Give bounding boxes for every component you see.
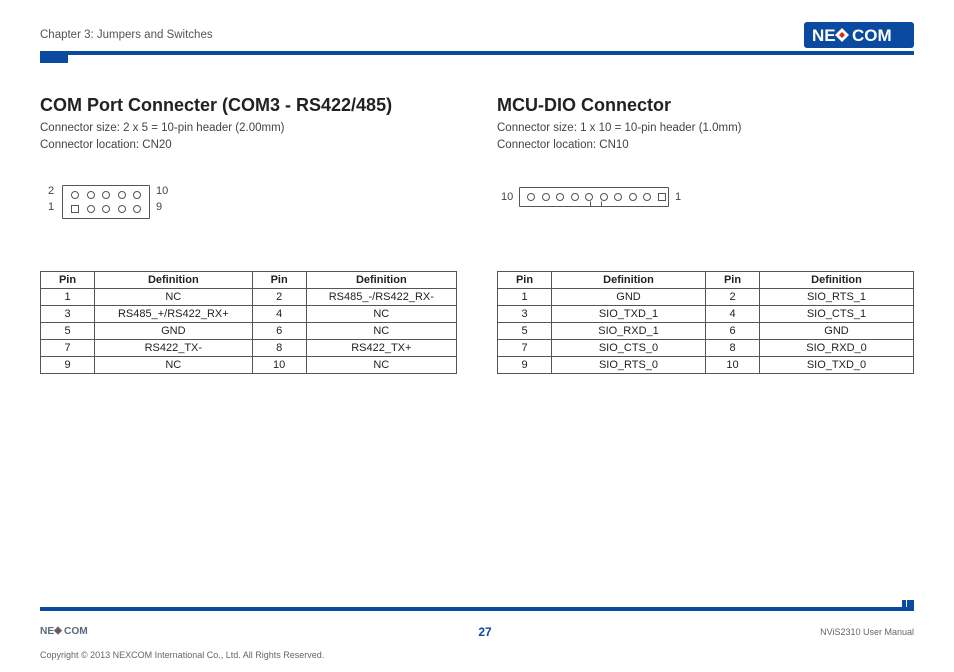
cell-def: NC [306,356,456,373]
right-size: Connector size: 1 x 10 = 10-pin header (… [497,120,914,137]
th-def: Definition [552,271,706,288]
manual-name: NViS2310 User Manual [820,627,914,637]
cell-pin: 2 [252,288,306,305]
main-content: COM Port Connecter (COM3 - RS422/485) Co… [40,95,914,607]
cell-def: SIO_RXD_0 [760,339,914,356]
cell-def: NC [95,356,253,373]
diagram-label-top-left: 2 [48,185,54,197]
cell-pin: 10 [706,356,760,373]
diagram-label-bot-left: 1 [48,201,54,213]
diagram-label-bot-right: 9 [156,201,162,213]
left-table-body: 1NC2RS485_-/RS422_RX-3RS485_+/RS422_RX+4… [41,288,457,373]
copyright: Copyright © 2013 NEXCOM International Co… [40,650,324,660]
cell-def: NC [306,305,456,322]
cell-def: GND [760,322,914,339]
table-row: 5GND6NC [41,322,457,339]
cell-def: GND [552,288,706,305]
cell-def: NC [95,288,253,305]
cell-def: SIO_RTS_1 [760,288,914,305]
right-loc: Connector location: CN10 [497,137,914,154]
table-row: 9NC10NC [41,356,457,373]
cell-def: RS485_-/RS422_RX- [306,288,456,305]
cell-pin: 2 [706,288,760,305]
cell-pin: 1 [41,288,95,305]
svg-text:COM: COM [852,26,892,45]
left-title: COM Port Connecter (COM3 - RS422/485) [40,95,457,116]
cell-pin: 6 [252,322,306,339]
left-loc: Connector location: CN20 [40,137,457,154]
table-row: 3SIO_TXD_14SIO_CTS_1 [498,305,914,322]
cell-pin: 5 [41,322,95,339]
cell-pin: 6 [706,322,760,339]
cell-def: SIO_RTS_0 [552,356,706,373]
diagram-label-left: 10 [501,191,513,203]
left-size: Connector size: 2 x 5 = 10-pin header (2… [40,120,457,137]
footer-rule [40,607,914,611]
table-row: 5SIO_RXD_16GND [498,322,914,339]
cell-def: RS485_+/RS422_RX+ [95,305,253,322]
cell-def: SIO_CTS_1 [760,305,914,322]
cell-def: SIO_RXD_1 [552,322,706,339]
diagram-label-right: 1 [675,191,681,203]
cell-def: SIO_TXD_1 [552,305,706,322]
cell-pin: 8 [706,339,760,356]
table-row: 7RS422_TX-8RS422_TX+ [41,339,457,356]
cell-pin: 5 [498,322,552,339]
th-pin: Pin [252,271,306,288]
left-diagram: 2 1 10 9 [40,181,457,241]
cell-pin: 4 [252,305,306,322]
cell-pin: 3 [41,305,95,322]
th-pin: Pin [41,271,95,288]
page-number: 27 [478,625,491,639]
cell-pin: 7 [41,339,95,356]
table-row: 7SIO_CTS_08SIO_RXD_0 [498,339,914,356]
footer-logo: NE COM [40,623,106,640]
cell-def: RS422_TX+ [306,339,456,356]
cell-def: RS422_TX- [95,339,253,356]
right-desc: Connector size: 1 x 10 = 10-pin header (… [497,120,914,155]
diagram-label-top-right: 10 [156,185,168,197]
left-column: COM Port Connecter (COM3 - RS422/485) Co… [40,95,457,607]
cell-pin: 1 [498,288,552,305]
pkg-2x5 [62,185,150,219]
cell-pin: 4 [706,305,760,322]
cell-def: SIO_CTS_0 [552,339,706,356]
cell-pin: 7 [498,339,552,356]
cell-pin: 8 [252,339,306,356]
pkg-1x10 [519,187,669,207]
page-header: Chapter 3: Jumpers and Switches NE COM [40,22,914,48]
cell-def: SIO_TXD_0 [760,356,914,373]
th-def: Definition [306,271,456,288]
svg-text:COM: COM [64,626,88,637]
th-pin: Pin [706,271,760,288]
table-row: 1GND2SIO_RTS_1 [498,288,914,305]
left-pin-table: Pin Definition Pin Definition 1NC2RS485_… [40,271,457,374]
cell-pin: 9 [41,356,95,373]
table-row: 3RS485_+/RS422_RX+4NC [41,305,457,322]
cell-def: NC [306,322,456,339]
th-def: Definition [95,271,253,288]
th-pin: Pin [498,271,552,288]
table-row: 1NC2RS485_-/RS422_RX- [41,288,457,305]
th-def: Definition [760,271,914,288]
right-title: MCU-DIO Connector [497,95,914,116]
svg-text:NE: NE [812,26,836,45]
table-row: 9SIO_RTS_010SIO_TXD_0 [498,356,914,373]
left-desc: Connector size: 2 x 5 = 10-pin header (2… [40,120,457,155]
brand-logo: NE COM [804,22,914,48]
right-table-body: 1GND2SIO_RTS_13SIO_TXD_14SIO_CTS_15SIO_R… [498,288,914,373]
right-pin-table: Pin Definition Pin Definition 1GND2SIO_R… [497,271,914,374]
page-footer: NE COM 27 NViS2310 User Manual [40,617,914,646]
cell-pin: 9 [498,356,552,373]
chapter-title: Chapter 3: Jumpers and Switches [40,29,213,41]
cell-pin: 10 [252,356,306,373]
svg-text:NE: NE [40,626,54,637]
header-rule [40,51,914,55]
cell-pin: 3 [498,305,552,322]
right-column: MCU-DIO Connector Connector size: 1 x 10… [497,95,914,607]
cell-def: GND [95,322,253,339]
right-diagram: 10 1 [497,181,914,241]
